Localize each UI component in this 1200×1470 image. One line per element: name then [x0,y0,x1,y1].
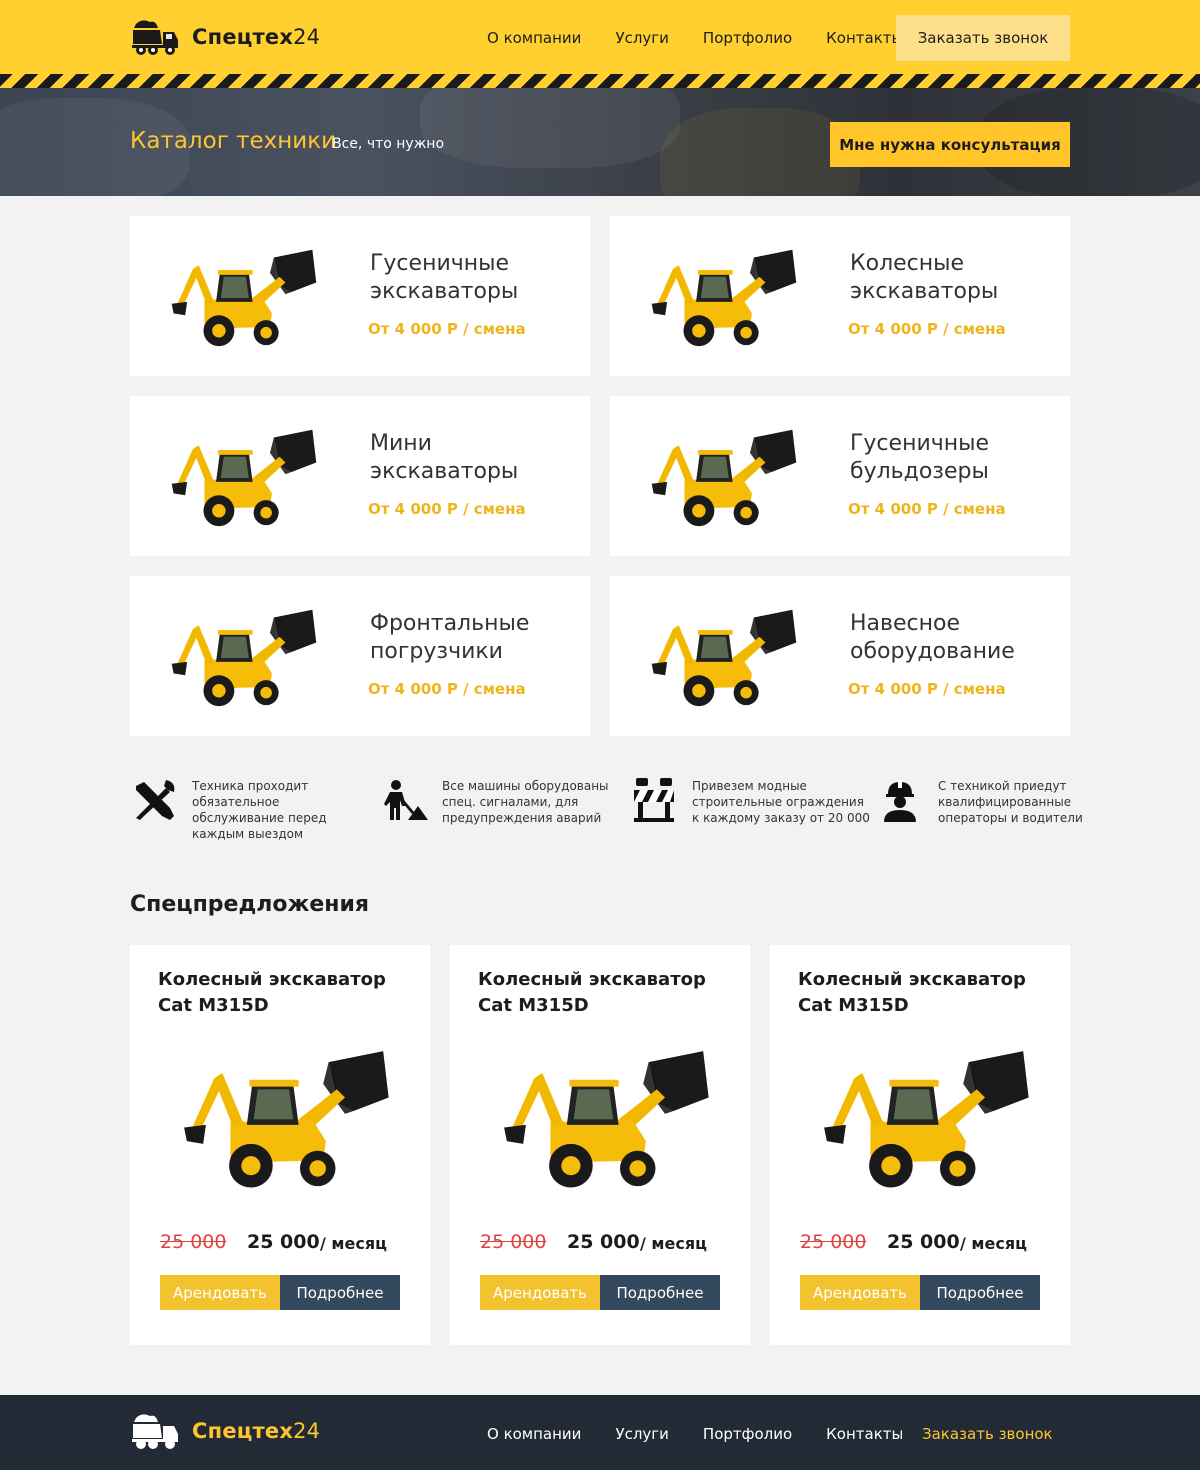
old-price: 25 000 [160,1231,227,1253]
logo[interactable]: Спецтех24 [130,18,320,56]
worker-helmet-icon [884,780,916,822]
nav-item-contacts[interactable]: Контакты [826,1425,903,1443]
offer-name: Колесный экскаватор Cat M315D [798,969,1026,1016]
dump-truck-icon [130,18,180,56]
old-price: 25 000 [480,1231,547,1253]
brand-num: 24 [293,25,321,49]
feature-item: Все машины оборудованы спец. сигналами, … [380,776,622,826]
feature-item: Техника проходит обязательное обслуживан… [130,776,372,842]
details-button[interactable]: Подробнее [920,1275,1040,1310]
feature-text: Привезем модные строительные ограждения … [692,779,870,825]
catalog-card-title: Фронтальные погрузчики [370,611,530,664]
catalog-card[interactable]: Гусеничные бульдозеры От 4 000 Р / смена [610,396,1070,556]
catalog-card-price: От 4 000 Р / смена [368,320,526,338]
price: 25 000 [567,1231,640,1253]
header: Спецтех24 О компании Услуги Портфолио Ко… [0,0,1200,74]
order-call-button[interactable]: Заказать звонок [896,15,1070,61]
details-button[interactable]: Подробнее [280,1275,400,1310]
feature-text: С техникой приедут квалифицированные опе… [938,779,1083,825]
old-price: 25 000 [800,1231,867,1253]
rent-button[interactable]: Арендовать [800,1275,920,1310]
excavator-image [164,604,322,710]
tools-icon [136,780,175,820]
offer-card: Колесный экскаватор Cat M315D 25 000 25 … [450,945,750,1345]
dump-truck-icon [130,1412,180,1450]
catalog-card-title: Гусеничные бульдозеры [850,431,990,484]
nav-item-services[interactable]: Услуги [615,1425,668,1443]
catalog-card[interactable]: Гусеничные экскаваторы От 4 000 Р / смен… [130,216,590,376]
nav-item-portfolio[interactable]: Портфолио [703,1425,792,1443]
price-period: / месяц [960,1234,1027,1253]
catalog-card-title: Мини экскаваторы [370,431,519,484]
price: 25 000 [247,1231,320,1253]
excavator-image [164,424,322,530]
excavator-image [644,424,802,530]
main-nav: О компании Услуги Портфолио Контакты [487,29,937,47]
page-title: Каталог техники [130,128,337,154]
excavator-image [644,244,802,350]
hero-banner: Каталог техники Все, что нужно Мне нужна… [0,88,1200,196]
footer: Спецтех24 О компании Услуги Портфолио Ко… [0,1395,1200,1470]
catalog-card-title: Гусеничные экскаваторы [370,251,519,304]
rent-button[interactable]: Арендовать [480,1275,600,1310]
catalog-card-price: От 4 000 Р / смена [848,680,1006,698]
price-period: / месяц [320,1234,387,1253]
excavator-image [644,604,802,710]
offer-card: Колесный экскаватор Cat M315D 25 000 25 … [770,945,1070,1345]
excavator-image [490,1043,720,1193]
page-subtitle: Все, что нужно [332,136,445,152]
catalog-card-price: От 4 000 Р / смена [368,680,526,698]
road-barrier-icon [634,778,674,822]
offers-title: Спецпредложения [130,892,369,917]
rent-button[interactable]: Арендовать [160,1275,280,1310]
feature-text: Техника проходит обязательное обслуживан… [192,779,327,841]
offer-card: Колесный экскаватор Cat M315D 25 000 25 … [130,945,430,1345]
road-worker-icon [384,780,428,820]
brand-name: Спецтех [192,25,294,49]
brand-num: 24 [293,1419,321,1443]
catalog-card-price: От 4 000 Р / смена [848,500,1006,518]
logo-text: Спецтех24 [192,1419,320,1443]
logo-text: Спецтех24 [192,25,320,49]
footer-order-call-link[interactable]: Заказать звонок [922,1425,1053,1443]
nav-item-portfolio[interactable]: Портфолио [703,29,792,47]
feature-item: Привезем модные строительные ограждения … [630,776,872,826]
excavator-image [170,1043,400,1193]
excavator-image [810,1043,1040,1193]
catalog-card-title: Навесное оборудование [850,611,1015,664]
excavator-image [164,244,322,350]
catalog-card-price: От 4 000 Р / смена [848,320,1006,338]
catalog-card[interactable]: Фронтальные погрузчики От 4 000 Р / смен… [130,576,590,736]
footer-nav: О компании Услуги Портфолио Контакты [487,1425,937,1443]
price-period: / месяц [640,1234,707,1253]
background-rock [420,88,680,168]
footer-logo[interactable]: Спецтех24 [130,1412,320,1450]
catalog-card-title: Колесные экскаваторы [850,251,999,304]
price: 25 000 [887,1231,960,1253]
catalog-card[interactable]: Навесное оборудование От 4 000 Р / смена [610,576,1070,736]
catalog-card[interactable]: Колесные экскаваторы От 4 000 Р / смена [610,216,1070,376]
offer-name: Колесный экскаватор Cat M315D [158,969,386,1016]
catalog-card-price: От 4 000 Р / смена [368,500,526,518]
nav-item-about[interactable]: О компании [487,29,581,47]
details-button[interactable]: Подробнее [600,1275,720,1310]
hazard-stripes [0,74,1200,88]
nav-item-about[interactable]: О компании [487,1425,581,1443]
nav-item-contacts[interactable]: Контакты [826,29,903,47]
page: Спецтех24 О компании Услуги Портфолио Ко… [0,0,1200,1470]
offer-name: Колесный экскаватор Cat M315D [478,969,706,1016]
nav-item-services[interactable]: Услуги [615,29,668,47]
feature-item: С техникой приедут квалифицированные опе… [876,776,1118,826]
consultation-button[interactable]: Мне нужна консультация [830,122,1070,167]
brand-name: Спецтех [192,1419,294,1443]
catalog-card[interactable]: Мини экскаваторы От 4 000 Р / смена [130,396,590,556]
feature-text: Все машины оборудованы спец. сигналами, … [442,779,609,825]
